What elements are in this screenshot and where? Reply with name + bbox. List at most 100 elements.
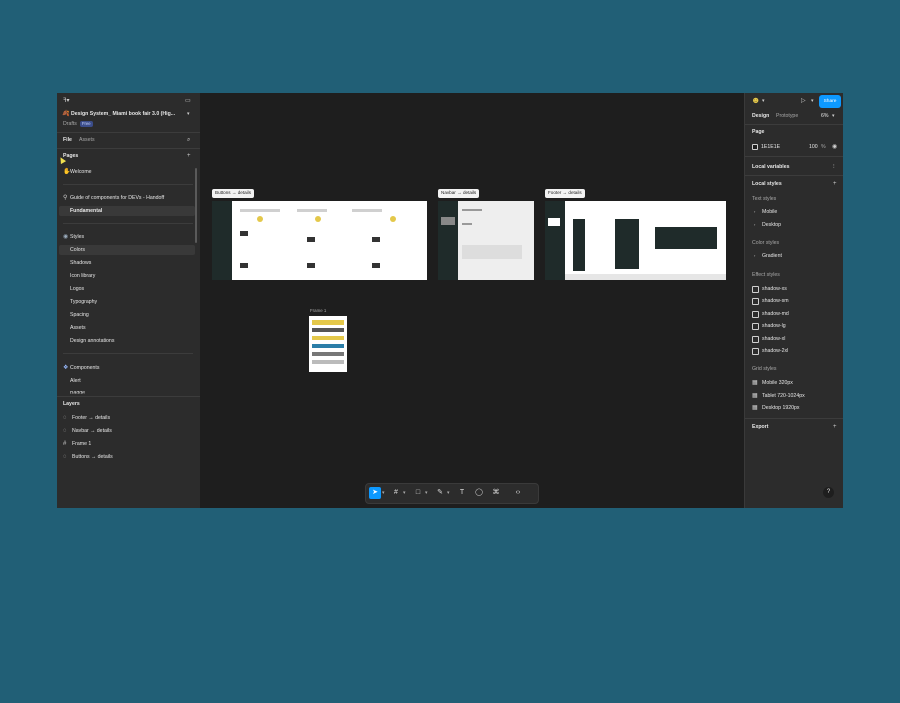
color-style-item[interactable]: Gradient — [762, 253, 782, 259]
page-item-colors[interactable]: Colors — [70, 247, 85, 253]
frame-label-frame1[interactable]: Frame 1 — [310, 308, 326, 313]
effect-style-item[interactable]: shadow-sm — [762, 298, 789, 304]
eye-icon[interactable]: ◉ — [832, 144, 837, 150]
page-item-typography[interactable]: Typography — [70, 299, 97, 305]
figma-menu-icon[interactable]: ꟻ▾ — [63, 98, 69, 104]
effect-style-item[interactable]: shadow-xs — [762, 286, 787, 292]
frame-thumbnail-element — [240, 231, 248, 236]
frame-label-buttons[interactable]: Buttons → details — [212, 189, 255, 198]
toggle-sidebar-icon[interactable]: ▭ — [185, 98, 191, 104]
search-icon[interactable]: ⌕ — [187, 137, 190, 143]
right-panel: ☻ ▾ ▷ ▾ Share Design Prototype 6% ▾ Page… — [744, 93, 843, 508]
chevron-down-icon[interactable]: ▾ — [832, 114, 835, 119]
frame-thumbnail-element — [307, 237, 315, 242]
effect-style-item[interactable]: shadow-2xl — [762, 348, 788, 354]
pen-tool-icon[interactable]: ✎ — [434, 487, 446, 499]
page-item-logos[interactable]: Logos — [70, 286, 84, 292]
text-style-item[interactable]: Desktop — [762, 222, 781, 228]
frame-thumbnail-element — [297, 209, 327, 212]
layer-item[interactable]: Navbar → details — [72, 428, 112, 434]
chevron-down-icon[interactable]: ▾ — [425, 487, 428, 499]
page-item-guide[interactable]: Guide of components for DEVs - Handoff — [70, 195, 164, 201]
frame-tool-icon[interactable]: # — [390, 487, 402, 499]
tab-prototype[interactable]: Prototype — [776, 113, 798, 119]
frame-label-navbar[interactable]: Navbar → details — [438, 189, 480, 198]
frame-sidebar — [438, 201, 458, 280]
frame-thumbnail-element — [352, 209, 382, 212]
page-item-shadows[interactable]: Shadows — [70, 260, 91, 266]
page-item-fundamental[interactable]: Fundamental — [70, 208, 102, 214]
add-export-icon[interactable]: + — [833, 424, 837, 430]
frame-thumbnail-element — [307, 263, 315, 268]
grid-style-item[interactable]: Mobile 320px — [762, 380, 793, 386]
page-color-value[interactable]: 1E1E1E — [761, 144, 780, 150]
page-opacity-unit: % — [821, 144, 826, 150]
chevron-down-icon[interactable]: ▾ — [187, 112, 190, 117]
frame-1[interactable] — [309, 316, 347, 372]
frame-label-footer[interactable]: Footer → details — [545, 189, 585, 198]
chevron-down-icon[interactable]: ▾ — [811, 99, 814, 104]
file-title[interactable]: Design System_ Miami book fair 3.0 (Hig.… — [71, 111, 175, 117]
avatar[interactable]: ☻ — [751, 96, 760, 105]
variables-icon[interactable]: ⫶ — [833, 164, 835, 170]
frame-thumbnail-element — [462, 209, 482, 211]
tab-file[interactable]: File — [63, 137, 72, 143]
share-button[interactable]: Share — [819, 95, 841, 108]
frame-footer[interactable] — [545, 201, 726, 280]
section-icon: ◌ — [63, 415, 67, 421]
grid-style-item[interactable]: Desktop 1920px — [762, 405, 800, 411]
chevron-right-icon[interactable]: › — [754, 210, 755, 214]
chevron-right-icon[interactable]: › — [754, 223, 755, 227]
plan-badge: Free — [80, 121, 93, 128]
drafts-label[interactable]: Drafts — [63, 121, 77, 127]
page-color-swatch[interactable] — [752, 144, 758, 150]
comment-tool-icon[interactable]: ◯ — [473, 487, 485, 499]
frame-thumbnail-element — [548, 218, 560, 226]
present-icon[interactable]: ▷ — [801, 98, 806, 104]
page-item-design-annotations[interactable]: Design annotations — [70, 338, 114, 344]
zoom-level[interactable]: 6% — [821, 113, 829, 119]
page-item-spacing[interactable]: Spacing — [70, 312, 89, 318]
frame-navbar[interactable] — [438, 201, 534, 280]
page-item-styles[interactable]: Styles — [70, 234, 84, 240]
layer-item[interactable]: Footer → details — [72, 415, 110, 421]
tab-design[interactable]: Design — [752, 113, 769, 119]
text-tool-icon[interactable]: T — [456, 487, 468, 499]
layers-header: Layers — [63, 401, 80, 407]
page-opacity-value[interactable]: 100 — [809, 144, 818, 150]
local-variables[interactable]: Local variables — [752, 164, 790, 170]
grid-style-item[interactable]: Tablet 720-1024px — [762, 393, 805, 399]
effect-style-item[interactable]: shadow-xl — [762, 336, 785, 342]
page-item-assets[interactable]: Assets — [70, 325, 86, 331]
page-item-icon-library[interactable]: Icon library — [70, 273, 95, 279]
frame-thumbnail-element — [462, 245, 522, 259]
add-style-icon[interactable]: + — [833, 181, 837, 187]
grid-styles-header: Grid styles — [752, 366, 777, 372]
frame-buttons[interactable] — [212, 201, 427, 280]
chevron-down-icon[interactable]: ▾ — [447, 487, 450, 499]
page-item-welcome[interactable]: Welcome — [70, 169, 92, 175]
layer-item[interactable]: Frame 1 — [72, 441, 91, 447]
tab-assets[interactable]: Assets — [79, 137, 95, 143]
text-style-item[interactable]: Mobile — [762, 209, 777, 215]
layer-item[interactable]: Buttons → details — [72, 454, 113, 460]
page-item-components[interactable]: Components — [70, 365, 99, 371]
chevron-down-icon[interactable]: ▾ — [403, 487, 406, 499]
effect-style-icon — [752, 298, 759, 305]
page-item-alert[interactable]: Alert — [70, 378, 81, 384]
chevron-right-icon[interactable]: › — [754, 254, 755, 258]
effect-style-item[interactable]: shadow-md — [762, 311, 789, 317]
dev-mode-icon[interactable]: ‹› — [512, 487, 524, 499]
canvas[interactable]: Buttons → details Navbar → details Foote… — [200, 93, 744, 508]
effect-style-item[interactable]: shadow-lg — [762, 323, 786, 329]
shape-tool-icon[interactable]: □ — [412, 487, 424, 499]
chevron-down-icon[interactable]: ▾ — [762, 99, 765, 104]
actions-icon[interactable]: ⌘ — [490, 487, 502, 499]
chevron-down-icon[interactable]: ▾ — [382, 487, 385, 499]
local-styles: Local styles — [752, 181, 782, 187]
pages-scrollbar[interactable] — [195, 168, 197, 243]
frame-thumbnail-element — [240, 209, 280, 212]
move-tool-icon[interactable]: ➤ — [369, 487, 381, 499]
add-page-icon[interactable]: + — [187, 153, 191, 159]
help-button[interactable]: ? — [823, 487, 834, 498]
